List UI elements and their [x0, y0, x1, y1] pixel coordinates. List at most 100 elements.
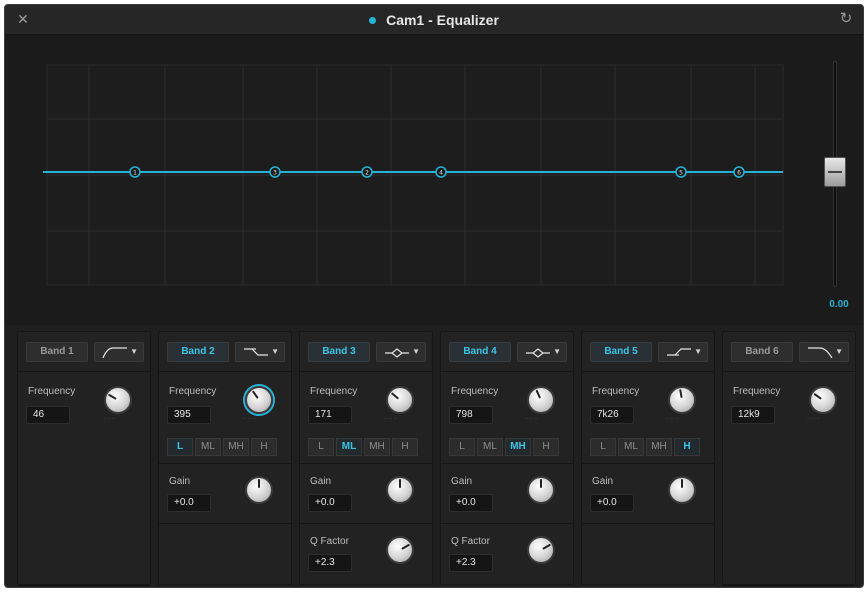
knob-indicator: [258, 479, 260, 488]
gain-knob[interactable]: [386, 476, 414, 504]
knob-indicator: [391, 392, 399, 400]
high-shelf-filter-icon: [667, 348, 691, 356]
frequency-section: Frequency 798 ·· ·· ·· L ML MH H: [441, 372, 573, 464]
band-panel-6: Band 6 ▼ Frequency 12k9 ·· ·· ··: [722, 331, 856, 586]
eq-graph[interactable]: 1 3 2 4 5 6: [5, 35, 864, 325]
frequency-section: Frequency 46 ·· ·· ··: [18, 372, 150, 586]
q-factor-label: Q Factor: [310, 536, 349, 547]
band-header: Band 1 ▼: [18, 332, 150, 372]
frequency-value[interactable]: 171: [308, 406, 352, 424]
range-option-l[interactable]: L: [449, 438, 475, 456]
frequency-range-selector: L ML MH H: [590, 438, 700, 456]
range-option-mh[interactable]: MH: [646, 438, 672, 456]
range-option-mh[interactable]: MH: [223, 438, 249, 456]
filter-shape-dropdown[interactable]: ▼: [658, 342, 708, 362]
range-option-h[interactable]: H: [251, 438, 277, 456]
filter-shape-dropdown[interactable]: ▼: [376, 342, 426, 362]
q-factor-value[interactable]: +2.3: [449, 554, 493, 572]
band-enable-button[interactable]: Band 5: [590, 342, 652, 362]
filter-shape-dropdown[interactable]: ▼: [799, 342, 849, 362]
master-gain-value: 0.00: [829, 299, 849, 310]
gain-value[interactable]: +0.0: [590, 494, 634, 512]
frequency-knob[interactable]: [668, 386, 696, 414]
knob-scale: ·· ·· ··: [525, 416, 538, 422]
chevron-down-icon: ▼: [271, 347, 279, 356]
band-marker-4[interactable]: 4: [435, 166, 447, 178]
knob-indicator: [813, 393, 822, 400]
frequency-knob[interactable]: [809, 386, 837, 414]
frequency-section: Frequency 395 ·· ·· ·· L ML MH H: [159, 372, 291, 464]
band-panels: Band 1 ▼ Frequency 46 ·· ·· ·· Band 2 ▼ Frequen…: [17, 331, 857, 586]
knob-indicator: [108, 394, 117, 400]
knob-indicator: [681, 479, 683, 488]
knob-scale: ·· ·· ··: [243, 416, 256, 422]
range-option-h[interactable]: H: [392, 438, 418, 456]
eq-graph-canvas[interactable]: 1 3 2 4 5 6: [5, 35, 864, 325]
range-option-ml[interactable]: ML: [336, 438, 362, 456]
range-option-ml[interactable]: ML: [477, 438, 503, 456]
frequency-value[interactable]: 395: [167, 406, 211, 424]
range-option-ml[interactable]: ML: [195, 438, 221, 456]
gain-knob[interactable]: [527, 476, 555, 504]
band-enable-button[interactable]: Band 4: [449, 342, 511, 362]
gain-section: Gain +0.0: [441, 464, 573, 524]
reset-icon[interactable]: ↻: [837, 10, 855, 28]
band-marker-1[interactable]: 1: [129, 166, 141, 178]
band-enable-button[interactable]: Band 3: [308, 342, 370, 362]
range-option-l[interactable]: L: [308, 438, 334, 456]
range-option-l[interactable]: L: [167, 438, 193, 456]
filter-shape-dropdown[interactable]: ▼: [517, 342, 567, 362]
band-panel-2: Band 2 ▼ Frequency 395 ·· ·· ·· L ML MH H Gain +0.…: [158, 331, 292, 585]
q-factor-section: Q Factor +2.3: [300, 524, 432, 584]
q-factor-value[interactable]: +2.3: [308, 554, 352, 572]
band-enable-button[interactable]: Band 1: [26, 342, 88, 362]
band-enable-button[interactable]: Band 6: [731, 342, 793, 362]
chevron-down-icon: ▼: [412, 347, 420, 356]
range-option-mh[interactable]: MH: [505, 438, 531, 456]
knob-indicator: [542, 544, 551, 550]
band-enable-button[interactable]: Band 2: [167, 342, 229, 362]
band-marker-2[interactable]: 2: [361, 166, 373, 178]
bell-filter-icon: [385, 348, 409, 358]
equalizer-window: ✕ Cam1 - Equalizer ↻ 1 3 2 4 5 6 0.00 Band 1 ▼…: [4, 4, 864, 588]
q-factor-knob[interactable]: [386, 536, 414, 564]
band-marker-6[interactable]: 6: [733, 166, 745, 178]
low-pass-filter-icon: [808, 347, 833, 359]
gain-knob[interactable]: [668, 476, 696, 504]
band-header: Band 2 ▼: [159, 332, 291, 372]
master-gain-fader-handle[interactable]: [824, 157, 846, 187]
gain-label: Gain: [592, 476, 614, 487]
filter-shape-dropdown[interactable]: ▼: [235, 342, 285, 362]
range-option-mh[interactable]: MH: [364, 438, 390, 456]
band-marker-3[interactable]: 3: [269, 166, 281, 178]
range-option-h[interactable]: H: [674, 438, 700, 456]
frequency-label: Frequency: [451, 386, 499, 397]
knob-scale: ·· ·· ··: [384, 416, 397, 422]
band-marker-5[interactable]: 5: [675, 166, 687, 178]
range-option-ml[interactable]: ML: [618, 438, 644, 456]
frequency-label: Frequency: [28, 386, 76, 397]
frequency-value[interactable]: 798: [449, 406, 493, 424]
frequency-value[interactable]: 7k26: [590, 406, 634, 424]
q-factor-label: Q Factor: [451, 536, 490, 547]
frequency-knob[interactable]: [104, 386, 132, 414]
frequency-knob[interactable]: [245, 386, 273, 414]
frequency-value[interactable]: 12k9: [731, 406, 775, 424]
range-option-l[interactable]: L: [590, 438, 616, 456]
gain-value[interactable]: +0.0: [308, 494, 352, 512]
gain-value[interactable]: +0.0: [449, 494, 493, 512]
chevron-down-icon: ▼: [835, 347, 843, 356]
frequency-value[interactable]: 46: [26, 406, 70, 424]
frequency-knob[interactable]: [527, 386, 555, 414]
knob-indicator: [252, 390, 259, 399]
band-marker-label: 1: [133, 170, 137, 177]
gain-section: Gain +0.0: [300, 464, 432, 524]
q-factor-knob[interactable]: [527, 536, 555, 564]
high-pass-filter-icon: [102, 347, 127, 359]
frequency-knob[interactable]: [386, 386, 414, 414]
gain-knob[interactable]: [245, 476, 273, 504]
gain-value[interactable]: +0.0: [167, 494, 211, 512]
band-header: Band 3 ▼: [300, 332, 432, 372]
range-option-h[interactable]: H: [533, 438, 559, 456]
filter-shape-dropdown[interactable]: ▼: [94, 342, 144, 362]
